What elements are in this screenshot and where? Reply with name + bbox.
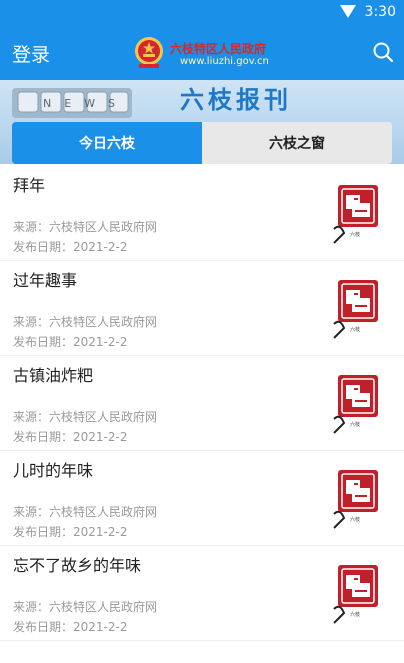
news-item[interactable]: 忘不了故乡的年味 来源：六枝特区人民政府网 发布日期：2021-2-2 六枝 — [0, 546, 404, 641]
seal-text: 六枝 — [350, 612, 361, 618]
seal-text: 六枝 — [350, 422, 361, 428]
news-source: 来源：六枝特区人民政府网 — [13, 410, 158, 424]
app-header: 登录 六枝特区人民政府 www.liuzhi.gov.cn — [0, 24, 404, 80]
news-title: 过年趣事 — [13, 271, 78, 290]
news-item[interactable]: 儿时的年味 来源：六枝特区人民政府网 发布日期：2021-2-2 六枝 — [0, 451, 404, 546]
news-date: 发布日期：2021-2-2 — [13, 240, 128, 254]
news-source: 来源：六枝特区人民政府网 — [13, 505, 158, 519]
news-thumbnail: 六枝 — [330, 183, 388, 245]
news-item[interactable]: 拜年 来源：六枝特区人民政府网 发布日期：2021-2-2 六枝 — [0, 166, 404, 261]
news-item[interactable]: 过年趣事 来源：六枝特区人民政府网 发布日期：2021-2-2 六枝 — [0, 261, 404, 356]
news-source: 来源：六枝特区人民政府网 — [13, 315, 158, 329]
news-thumbnail: 六枝 — [330, 373, 388, 435]
news-title: 古镇油炸粑 — [13, 366, 94, 385]
brand-name: 六枝特区人民政府 — [170, 42, 267, 56]
news-thumbnail: 六枝 — [330, 468, 388, 530]
seal-text: 六枝 — [350, 327, 361, 333]
tab-today-liuzhi[interactable]: 今日六枝 — [12, 122, 202, 164]
wifi-icon — [340, 5, 356, 18]
news-title: 儿时的年味 — [13, 461, 94, 480]
search-icon[interactable] — [372, 41, 394, 63]
login-button[interactable]: 登录 — [12, 40, 50, 67]
banner-title: 六枝报刊 — [180, 86, 292, 114]
news-date: 发布日期：2021-2-2 — [13, 525, 128, 539]
news-keyboard-graphic: NEWS — [12, 88, 132, 118]
news-title: 拜年 — [13, 176, 46, 195]
status-time: 3:30 — [364, 4, 396, 20]
seal-text: 六枝 — [350, 517, 361, 523]
news-title: 忘不了故乡的年味 — [13, 556, 142, 575]
national-emblem-icon — [135, 37, 163, 68]
news-key-text: NEWS — [43, 97, 128, 110]
seal-text: 六枝 — [350, 232, 361, 238]
news-item[interactable]: 古镇油炸粑 来源：六枝特区人民政府网 发布日期：2021-2-2 六枝 — [0, 356, 404, 451]
brand-url: www.liuzhi.gov.cn — [180, 56, 269, 67]
news-source: 来源：六枝特区人民政府网 — [13, 220, 158, 234]
news-source: 来源：六枝特区人民政府网 — [13, 600, 158, 614]
news-date: 发布日期：2021-2-2 — [13, 335, 128, 349]
news-thumbnail: 六枝 — [330, 278, 388, 340]
news-date: 发布日期：2021-2-2 — [13, 430, 128, 444]
tab-liuzhi-window[interactable]: 六枝之窗 — [202, 122, 392, 164]
status-bar: 3:30 — [0, 0, 404, 24]
news-list: 拜年 来源：六枝特区人民政府网 发布日期：2021-2-2 六枝 过年趣事 来源… — [0, 166, 404, 641]
news-thumbnail: 六枝 — [330, 563, 388, 625]
news-date: 发布日期：2021-2-2 — [13, 620, 128, 634]
tab-bar: 今日六枝 六枝之窗 — [12, 122, 392, 164]
